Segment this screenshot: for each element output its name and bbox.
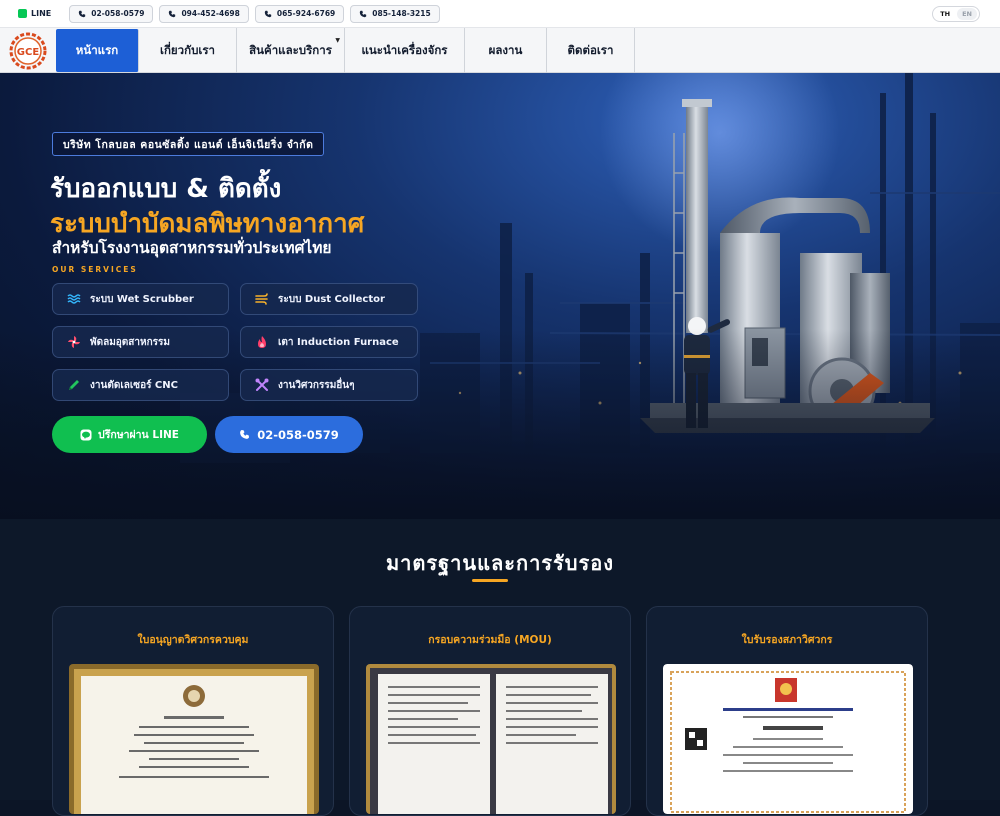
services-label: OUR SERVICES (52, 265, 138, 274)
title-underline (472, 579, 508, 582)
nav-label: แนะนำเครื่องจักร (361, 42, 448, 57)
phone-icon (264, 10, 272, 17)
service-label: พัดลมอุตสาหกรรม (90, 336, 171, 348)
phone-link-3[interactable]: 065-924-6769 (254, 4, 345, 23)
phone-icon (240, 430, 250, 439)
phone-number: 085-148-3215 (372, 9, 431, 18)
service-label: ระบบ Dust Collector (278, 293, 385, 305)
nav-products[interactable]: สินค้าและบริการ ▼ (237, 28, 345, 73)
engineer-license-image (69, 664, 319, 814)
cert-card-engineer-license[interactable]: ใบอนุญาตวิศวกรควบคุม (52, 606, 334, 816)
certifications-section: มาตรฐานและการรับรอง ใบอนุญาตวิศวกรควบคุม… (0, 519, 1000, 816)
gear-logo-icon: GCE (9, 32, 47, 69)
service-label: งานตัดเลเซอร์ CNC (90, 379, 178, 391)
service-other-engineering[interactable]: งานวิศวกรรมอื่นๆ (240, 369, 418, 401)
nav-portfolio[interactable]: ผลงาน (465, 28, 547, 73)
phone-number: 065-924-6769 (276, 9, 336, 18)
nav-label: เกี่ยวกับเรา (160, 42, 215, 57)
line-label: LINE (31, 9, 52, 18)
fire-icon (258, 336, 266, 348)
phone-number: 02-058-0579 (91, 9, 145, 18)
cert-card-title: กรอบความร่วมมือ (MOU) (428, 634, 552, 646)
fan-icon (68, 336, 80, 348)
service-industrial-fan[interactable]: พัดลมอุตสาหกรรม (52, 326, 229, 358)
certifications-title: มาตรฐานและการรับรอง (385, 551, 614, 575)
cert-card-title: ใบรับรองสภาวิศวกร (741, 634, 833, 646)
phone-icon (169, 10, 176, 17)
nav-home[interactable]: หน้าแรก (56, 29, 139, 72)
nav-label: ติดต่อเรา (567, 42, 614, 57)
consult-line-label: ปรึกษาผ่าน LINE (98, 429, 179, 441)
cert-card-council-certificate[interactable]: ใบรับรองสภาวิศวกร (646, 606, 928, 816)
company-name: บริษัท โกลบอล คอนซัลติ้ง แอนด์ เอ็นจิเนี… (63, 138, 314, 151)
service-wet-scrubber[interactable]: ระบบ Wet Scrubber (52, 283, 229, 315)
nav-label: สินค้าและบริการ (249, 42, 332, 57)
company-logo[interactable]: GCE (0, 28, 56, 73)
nav-about[interactable]: เกี่ยวกับเรา (139, 28, 237, 73)
line-chat-icon (80, 429, 92, 440)
call-phone-button[interactable]: 02-058-0579 (215, 416, 363, 453)
call-phone-label: 02-058-0579 (257, 427, 339, 442)
wind-icon (255, 293, 268, 305)
nav-label: ผลงาน (488, 42, 523, 57)
lang-en[interactable]: EN (957, 8, 977, 20)
service-label: ระบบ Wet Scrubber (90, 293, 194, 305)
company-name-badge: บริษัท โกลบอล คอนซัลติ้ง แอนด์ เอ็นจิเนี… (52, 132, 325, 156)
pen-icon (69, 380, 79, 390)
council-certificate-image (663, 664, 913, 814)
dropdown-caret-icon: ▼ (335, 37, 340, 44)
service-dust-collector[interactable]: ระบบ Dust Collector (240, 283, 418, 315)
nav-contact[interactable]: ติดต่อเรา (547, 28, 635, 73)
hero-subheadline: สำหรับโรงงานอุตสาหกรรมทั่วประเทศไทย (52, 239, 332, 257)
hero-section: บริษัท โกลบอล คอนซัลติ้ง แอนด์ เอ็นจิเนี… (0, 73, 1000, 519)
line-contact-link[interactable]: LINE (18, 9, 51, 18)
line-icon (18, 9, 27, 18)
phone-icon (79, 10, 86, 17)
phone-icon (360, 10, 367, 17)
service-label: งานวิศวกรรมอื่นๆ (278, 379, 355, 391)
service-induction-furnace[interactable]: เตา Induction Furnace (240, 326, 418, 358)
phone-link-1[interactable]: 02-058-0579 (69, 4, 154, 23)
top-contact-bar: LINE 02-058-0579 094-452-4698 065-924-67… (0, 0, 1000, 28)
cert-card-mou[interactable]: กรอบความร่วมมือ (MOU) (349, 606, 631, 816)
tools-icon (255, 378, 269, 391)
lang-th[interactable]: TH (935, 8, 955, 20)
water-waves-icon (67, 294, 81, 304)
cert-card-title: ใบอนุญาตวิศวกรควบคุม (137, 634, 249, 646)
phone-link-4[interactable]: 085-148-3215 (350, 4, 440, 23)
mou-document-image (366, 664, 616, 814)
logo-text: GCE (17, 47, 40, 58)
main-nav: GCE หน้าแรก เกี่ยวกับเรา สินค้าและบริการ… (0, 28, 1000, 73)
service-laser-cnc[interactable]: งานตัดเลเซอร์ CNC (52, 369, 229, 401)
nav-label: หน้าแรก (75, 42, 119, 57)
phone-link-2[interactable]: 094-452-4698 (159, 4, 249, 23)
language-switch: TH EN (932, 6, 980, 22)
consult-line-button[interactable]: ปรึกษาผ่าน LINE (52, 416, 207, 453)
phone-number: 094-452-4698 (181, 9, 240, 18)
service-label: เตา Induction Furnace (278, 336, 399, 348)
nav-machines[interactable]: แนะนำเครื่องจักร (345, 28, 465, 73)
